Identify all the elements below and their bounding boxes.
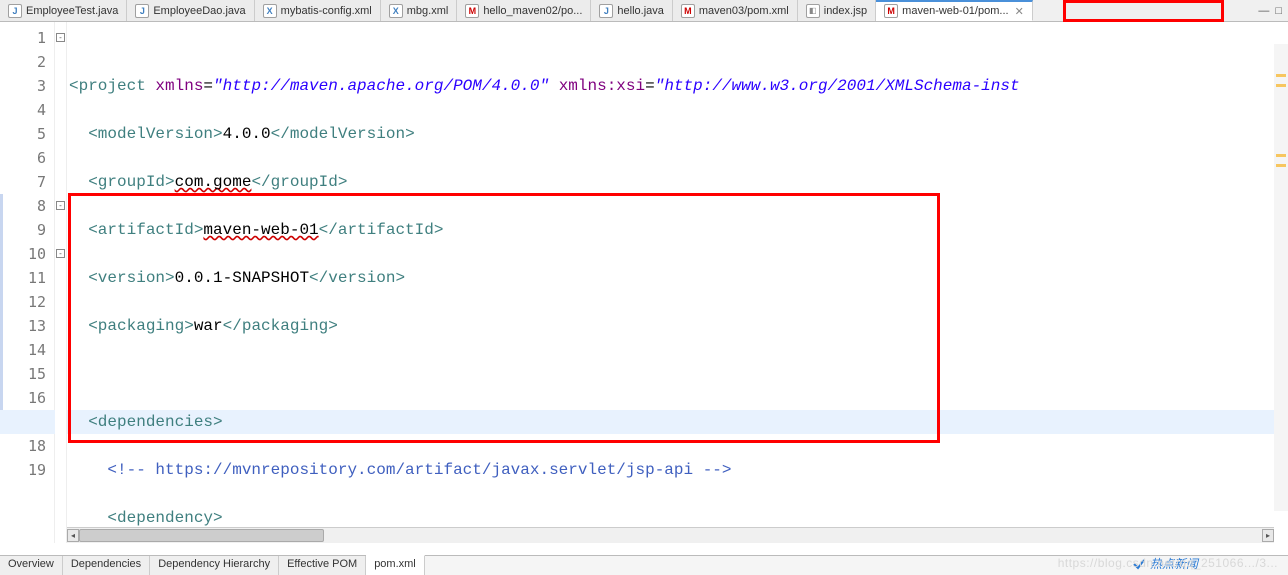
java-icon: J xyxy=(8,4,22,18)
tab-hello-java[interactable]: Jhello.java xyxy=(591,0,672,21)
tab-index-jsp[interactable]: ◧ index.jsp xyxy=(798,0,876,21)
tab-employeedao[interactable]: J EmployeeDao.java xyxy=(127,0,254,21)
tab-mybatis-config[interactable]: Xmybatis-config.xml xyxy=(255,0,381,21)
btab-effective-pom[interactable]: Effective POM xyxy=(279,556,366,575)
scroll-thumb[interactable] xyxy=(79,529,324,542)
tab-hello-maven02[interactable]: Mhello_maven02/po... xyxy=(457,0,591,21)
java-icon: J xyxy=(599,4,613,18)
xml-icon: X xyxy=(389,4,403,18)
tab-maven03-pom[interactable]: Mmaven03/pom.xml xyxy=(673,0,798,21)
tab-label: hello.java xyxy=(617,5,663,17)
line-number: 3 xyxy=(0,74,46,98)
fold-column: - - - xyxy=(55,22,67,543)
tab-maven-web-01-pom[interactable]: Mmaven-web-01/pom... ✕ xyxy=(876,0,1033,21)
btab-dep-hierarchy[interactable]: Dependency Hierarchy xyxy=(150,556,279,575)
maven-icon: M xyxy=(465,4,479,18)
maximize-button[interactable]: □ xyxy=(1275,5,1282,17)
tab-mbg[interactable]: Xmbg.xml xyxy=(381,0,458,21)
btab-overview[interactable]: Overview xyxy=(0,556,63,575)
tab-label: maven03/pom.xml xyxy=(699,5,789,17)
tab-label: EmployeeTest.java xyxy=(26,5,118,17)
line-number: 5 xyxy=(0,122,46,146)
java-icon: J xyxy=(135,4,149,18)
line-number: 4 xyxy=(0,98,46,122)
maven-icon: M xyxy=(884,4,898,18)
line-number: 1 xyxy=(0,26,46,50)
tab-label: mbg.xml xyxy=(407,5,449,17)
btab-dependencies[interactable]: Dependencies xyxy=(63,556,150,575)
code-editor[interactable]: <project xmlns="http://maven.apache.org/… xyxy=(67,22,1288,543)
line-number: 7 xyxy=(0,170,46,194)
line-number: 2 xyxy=(0,50,46,74)
fold-toggle[interactable]: - xyxy=(56,249,65,258)
line-number: 19 xyxy=(0,458,46,482)
close-icon[interactable]: ✕ xyxy=(1015,5,1024,18)
tab-label: EmployeeDao.java xyxy=(153,5,245,17)
tab-label: index.jsp xyxy=(824,5,867,17)
watermark-text: https://blog.csdn.net/qq_251066.../3... xyxy=(1058,556,1278,570)
window-controls: — □ xyxy=(1252,0,1288,21)
minimize-button[interactable]: — xyxy=(1258,5,1269,17)
btab-pom-xml[interactable]: pom.xml xyxy=(366,555,425,575)
jsp-icon: ◧ xyxy=(806,4,820,18)
tab-employeetest[interactable]: J EmployeeTest.java xyxy=(0,0,127,21)
line-number-gutter: 1 2 3 4 5 6 7 8 9 10 11 12 13 14 15 16 1… xyxy=(0,22,55,543)
fold-toggle[interactable]: - xyxy=(56,201,65,210)
editor-tab-bar: J EmployeeTest.java J EmployeeDao.java Xmy… xyxy=(0,0,1288,22)
fold-toggle[interactable]: - xyxy=(56,33,65,42)
line-number: 18 xyxy=(0,434,46,458)
editor-area: 1 2 3 4 5 6 7 8 9 10 11 12 13 14 15 16 1… xyxy=(0,22,1288,543)
scroll-left-button[interactable]: ◂ xyxy=(67,529,79,542)
scroll-right-button[interactable]: ▸ xyxy=(1262,529,1274,542)
tab-label: maven-web-01/pom... xyxy=(902,5,1008,17)
line-number: 6 xyxy=(0,146,46,170)
maven-icon: M xyxy=(681,4,695,18)
tab-label: hello_maven02/po... xyxy=(483,5,582,17)
xml-icon: X xyxy=(263,4,277,18)
tab-label: mybatis-config.xml xyxy=(281,5,372,17)
